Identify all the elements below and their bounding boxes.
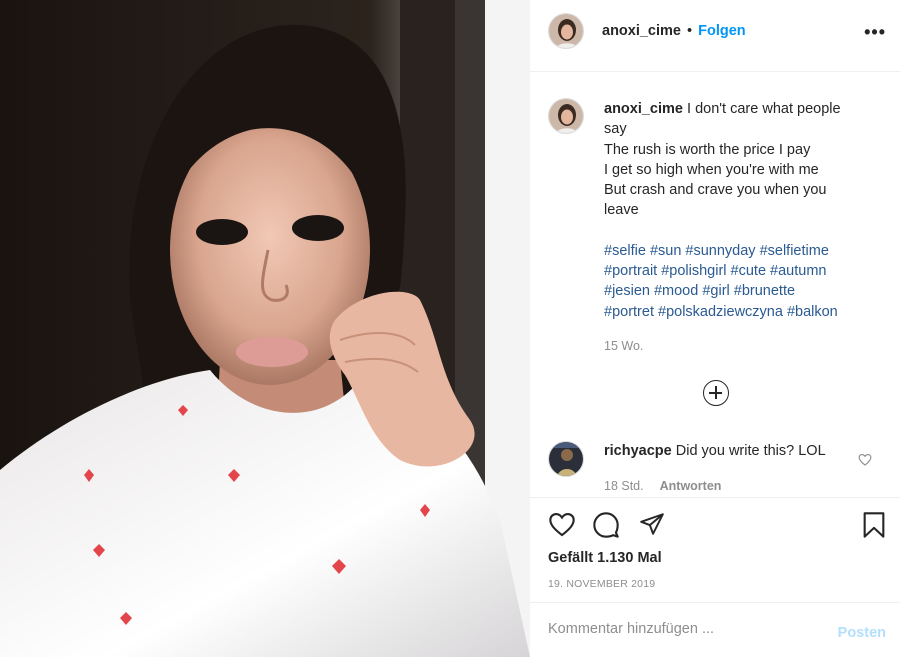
hashtag-line[interactable]: #portrait #polishgirl #cute #autumn bbox=[604, 261, 869, 281]
hashtag-line[interactable]: #selfie #sun #sunnyday #selfietime bbox=[604, 241, 869, 261]
caption-line: I get so high when you're with me bbox=[604, 161, 819, 178]
hashtag-line[interactable]: #portret #polskadziewczyna #balkon bbox=[604, 302, 869, 322]
comment-bubble-icon[interactable] bbox=[592, 511, 620, 539]
commenter-avatar[interactable] bbox=[548, 441, 584, 477]
author-username[interactable]: anoxi_cime bbox=[602, 23, 681, 39]
paper-plane-icon[interactable] bbox=[638, 511, 666, 537]
comment-meta: 18 Std. Antworten bbox=[604, 479, 721, 493]
caption-line: But crash and crave you when you bbox=[604, 182, 827, 199]
caption-author-avatar[interactable] bbox=[548, 98, 584, 134]
hashtag-line[interactable]: #jesien #mood #girl #brunette bbox=[604, 281, 869, 301]
caption-text: anoxi_cime I don't care what people say … bbox=[604, 99, 869, 356]
caption-time[interactable]: 15 Wo. bbox=[604, 336, 869, 356]
caption-line-text: I don't care what people bbox=[687, 101, 841, 117]
likes-count[interactable]: Gefällt 1.130 Mal bbox=[548, 550, 662, 566]
post-photo-graphic bbox=[0, 0, 530, 657]
header-text: anoxi_cime • Folgen bbox=[602, 23, 746, 39]
caption-line: The rush is worth the price I pay bbox=[604, 141, 811, 158]
ellipsis-icon[interactable]: ••• bbox=[864, 22, 886, 43]
comment-input[interactable] bbox=[548, 621, 808, 637]
post-sidebar: anoxi_cime • Folgen ••• anoxi_cime I don… bbox=[530, 0, 900, 657]
plus-circle-icon[interactable] bbox=[703, 380, 729, 406]
commenter-username[interactable]: richyacpe bbox=[604, 443, 672, 459]
caption-line: anoxi_cime I don't care what people bbox=[604, 99, 869, 119]
post-button[interactable]: Posten bbox=[838, 625, 886, 641]
avatar-image bbox=[549, 99, 583, 133]
avatar-image bbox=[549, 442, 583, 476]
avatar-image bbox=[549, 14, 583, 48]
hashtags: #selfie #sun #sunnyday #selfietime #port… bbox=[604, 241, 869, 322]
caption-line: say bbox=[604, 121, 627, 138]
bookmark-icon[interactable] bbox=[862, 511, 886, 539]
comment-text: richyacpe Did you write this? LOL bbox=[604, 443, 826, 459]
author-avatar[interactable] bbox=[548, 13, 584, 49]
comment-item: richyacpe Did you write this? LOL 18 Std… bbox=[530, 438, 900, 496]
caption-username[interactable]: anoxi_cime bbox=[604, 101, 683, 117]
add-comment-bar: Posten bbox=[530, 602, 900, 657]
comment-time[interactable]: 18 Std. bbox=[604, 479, 644, 493]
post-photo[interactable] bbox=[0, 0, 530, 657]
comment-body: Did you write this? LOL bbox=[675, 443, 826, 459]
heart-icon[interactable] bbox=[548, 511, 576, 537]
caption-line: leave bbox=[604, 202, 639, 219]
follow-button[interactable]: Folgen bbox=[698, 23, 746, 39]
reply-button[interactable]: Antworten bbox=[660, 479, 722, 493]
post-date[interactable]: 19. NOVEMBER 2019 bbox=[548, 578, 655, 590]
separator-dot: • bbox=[687, 23, 693, 39]
post-header: anoxi_cime • Folgen ••• bbox=[530, 0, 900, 72]
heart-outline-icon[interactable] bbox=[858, 453, 872, 466]
action-bar: Gefällt 1.130 Mal 19. NOVEMBER 2019 bbox=[530, 497, 900, 602]
